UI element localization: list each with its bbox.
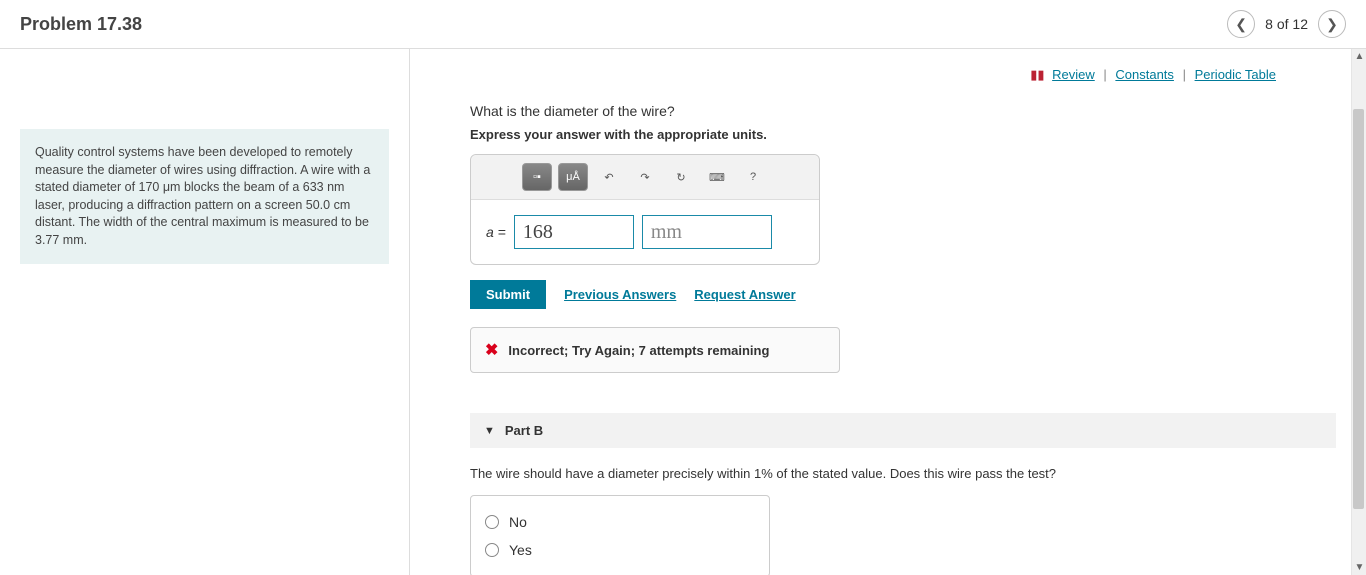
prev-button[interactable]: ❮ — [1227, 10, 1255, 38]
answer-toolbar: ▫▪ μÅ ↶ ↷ ↻ ⌨ ? — [471, 155, 819, 200]
pager: ❮ 8 of 12 ❯ — [1227, 10, 1346, 38]
choice-yes[interactable]: Yes — [485, 536, 755, 564]
templates-tool[interactable]: ▫▪ — [522, 163, 552, 191]
left-pane: Quality control systems have been develo… — [0, 49, 410, 575]
separator: | — [1103, 67, 1106, 82]
scrollbar[interactable]: ▲ ▼ — [1351, 49, 1366, 575]
radio-icon — [485, 543, 499, 557]
radio-icon — [485, 515, 499, 529]
choice-no[interactable]: No — [485, 508, 755, 536]
templates-icon: ▫▪ — [533, 171, 541, 183]
constants-link[interactable]: Constants — [1115, 67, 1174, 82]
feedback-box: ✖ Incorrect; Try Again; 7 attempts remai… — [470, 327, 840, 373]
part-b-header[interactable]: ▼ Part B — [470, 413, 1336, 448]
problem-context: Quality control systems have been develo… — [20, 129, 389, 264]
request-answer-link[interactable]: Request Answer — [694, 287, 795, 302]
action-row: Submit Previous Answers Request Answer — [470, 280, 1336, 309]
periodic-table-link[interactable]: Periodic Table — [1195, 67, 1276, 82]
reset-tool[interactable]: ↻ — [666, 163, 696, 191]
scroll-thumb[interactable] — [1353, 109, 1364, 509]
right-pane: ▮▮ Review | Constants | Periodic Table W… — [410, 49, 1366, 575]
chevron-right-icon: ❯ — [1326, 16, 1338, 33]
value-input[interactable] — [514, 215, 634, 249]
next-button[interactable]: ❯ — [1318, 10, 1346, 38]
caret-down-icon: ▼ — [484, 425, 495, 437]
part-a-instruction: Express your answer with the appropriate… — [470, 127, 1336, 142]
review-link[interactable]: Review — [1052, 67, 1095, 82]
variable-label: a = — [486, 224, 506, 240]
units-tool[interactable]: μÅ — [558, 163, 588, 191]
separator: | — [1183, 67, 1186, 82]
part-a-question: What is the diameter of the wire? — [470, 103, 1336, 119]
keyboard-tool[interactable]: ⌨ — [702, 163, 732, 191]
choice-label: Yes — [509, 542, 532, 558]
part-b-question: The wire should have a diameter precisel… — [470, 466, 1336, 481]
scroll-down-icon[interactable]: ▼ — [1352, 560, 1366, 575]
answer-box: ▫▪ μÅ ↶ ↷ ↻ ⌨ ? a = — [470, 154, 820, 265]
answer-row: a = — [471, 200, 819, 264]
help-tool[interactable]: ? — [738, 163, 768, 191]
keyboard-icon: ⌨ — [709, 171, 725, 184]
undo-icon: ↶ — [604, 171, 613, 184]
incorrect-icon: ✖ — [485, 340, 498, 360]
feedback-text: Incorrect; Try Again; 7 attempts remaini… — [508, 343, 769, 358]
scroll-up-icon[interactable]: ▲ — [1352, 49, 1366, 64]
reset-icon: ↻ — [676, 171, 685, 184]
pager-text: 8 of 12 — [1265, 16, 1308, 32]
choice-box: No Yes — [470, 495, 770, 575]
choice-label: No — [509, 514, 527, 530]
redo-icon: ↷ — [640, 171, 649, 184]
redo-tool[interactable]: ↷ — [630, 163, 660, 191]
top-links: ▮▮ Review | Constants | Periodic Table — [470, 49, 1336, 103]
part-b-label: Part B — [505, 423, 543, 438]
unit-input[interactable] — [642, 215, 772, 249]
chevron-left-icon: ❮ — [1235, 16, 1247, 33]
problem-title: Problem 17.38 — [20, 14, 142, 35]
flag-icon: ▮▮ — [1030, 67, 1044, 82]
undo-tool[interactable]: ↶ — [594, 163, 624, 191]
submit-button[interactable]: Submit — [470, 280, 546, 309]
previous-answers-link[interactable]: Previous Answers — [564, 287, 676, 302]
